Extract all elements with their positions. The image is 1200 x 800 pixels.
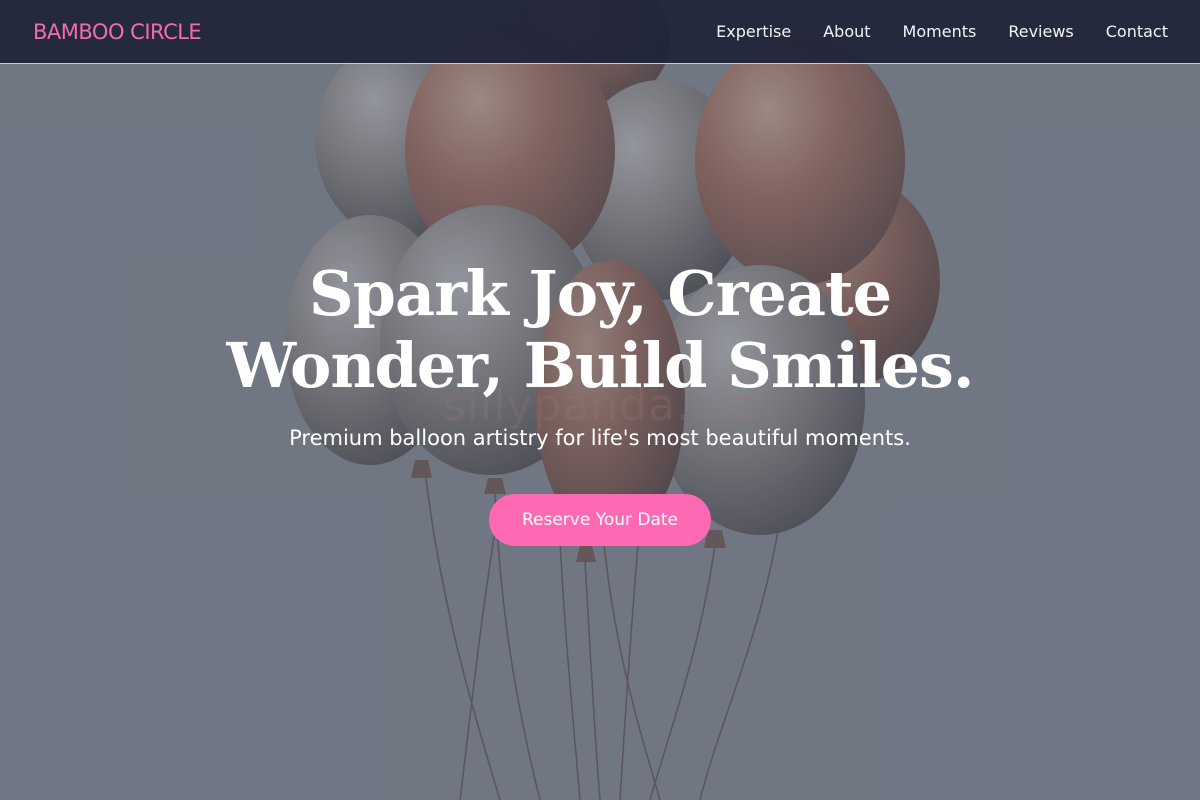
hero-headline: Spark Joy, Create Wonder, Build Smiles. xyxy=(0,258,1200,402)
nav-link-about[interactable]: About xyxy=(823,22,870,41)
reserve-date-button[interactable]: Reserve Your Date xyxy=(489,494,711,546)
top-navbar: BAMBOO CIRCLE Expertise About Moments Re… xyxy=(0,0,1200,64)
hero-headline-line-1: Spark Joy, Create xyxy=(308,257,892,330)
landing-page: sillypanda.biz BAMBOO CIRCLE Expertise A… xyxy=(0,0,1200,800)
hero-section: Spark Joy, Create Wonder, Build Smiles. … xyxy=(0,0,1200,800)
nav-link-expertise[interactable]: Expertise xyxy=(716,22,791,41)
nav-link-reviews[interactable]: Reviews xyxy=(1008,22,1073,41)
hero-headline-line-2: Wonder, Build Smiles. xyxy=(226,329,974,402)
nav-link-moments[interactable]: Moments xyxy=(903,22,977,41)
nav-links: Expertise About Moments Reviews Contact xyxy=(684,22,1168,41)
brand-logo[interactable]: BAMBOO CIRCLE xyxy=(33,20,202,44)
hero-subheadline: Premium balloon artistry for life's most… xyxy=(289,426,911,450)
nav-link-contact[interactable]: Contact xyxy=(1106,22,1168,41)
